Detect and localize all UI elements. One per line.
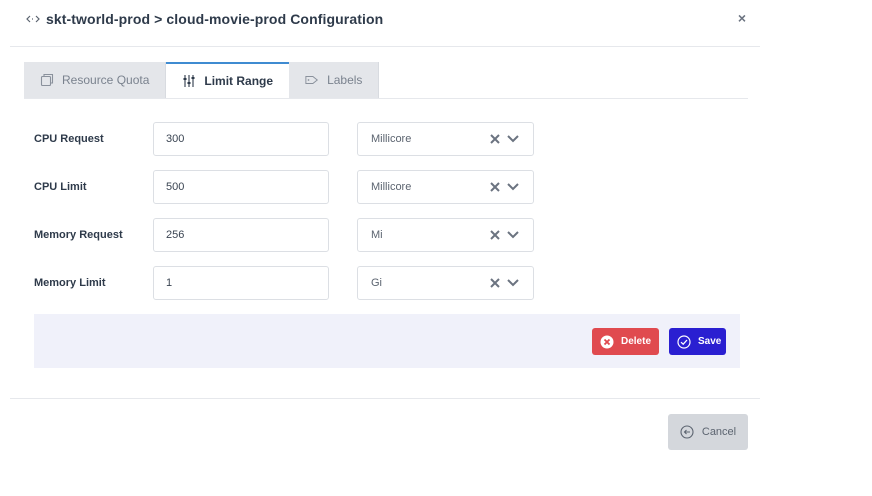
- header-divider: [10, 46, 760, 47]
- tag-icon: [305, 73, 319, 87]
- save-button[interactable]: Save: [669, 328, 726, 355]
- close-icon[interactable]: ×: [734, 10, 750, 26]
- selected-unit: Millicore: [371, 133, 412, 145]
- copy-icon: [40, 73, 54, 87]
- form-row-cpu-limit: CPU Limit Millicore: [0, 170, 760, 204]
- modal-title: skt-tworld-prod > cloud-movie-prod Confi…: [46, 11, 384, 27]
- cancel-label: Cancel: [701, 426, 737, 438]
- selected-unit: Gi: [371, 277, 382, 289]
- memory-request-input[interactable]: [153, 218, 329, 252]
- chevron-down-icon[interactable]: [506, 132, 520, 146]
- field-label: Memory Limit: [34, 277, 106, 289]
- memory-limit-input[interactable]: [153, 266, 329, 300]
- tab-label: Resource Quota: [62, 73, 150, 87]
- chevron-down-icon[interactable]: [506, 276, 520, 290]
- cpu-request-input[interactable]: [153, 122, 329, 156]
- form-row-memory-request: Memory Request Mi: [0, 218, 760, 252]
- tab-labels[interactable]: Labels: [289, 62, 380, 98]
- chevron-down-icon[interactable]: [506, 180, 520, 194]
- save-label: Save: [698, 336, 722, 347]
- action-bar: Delete Save: [34, 314, 740, 368]
- field-label: CPU Request: [34, 133, 104, 145]
- clear-icon[interactable]: [488, 132, 502, 146]
- memory-request-unit-select[interactable]: Mi: [357, 218, 534, 252]
- configuration-modal: skt-tworld-prod > cloud-movie-prod Confi…: [0, 0, 872, 496]
- check-circle-icon: [677, 334, 691, 349]
- tab-underline: [24, 98, 748, 99]
- cpu-limit-unit-select[interactable]: Millicore: [357, 170, 534, 204]
- tab-bar: Resource Quota Limit Range Labels: [24, 62, 380, 98]
- delete-circle-icon: [600, 335, 614, 349]
- tab-label: Labels: [327, 73, 363, 87]
- memory-limit-unit-select[interactable]: Gi: [357, 266, 534, 300]
- form-row-memory-limit: Memory Limit Gi: [0, 266, 760, 300]
- cpu-limit-input[interactable]: [153, 170, 329, 204]
- modal-header: skt-tworld-prod > cloud-movie-prod Confi…: [26, 10, 383, 28]
- sliders-icon: [182, 74, 196, 88]
- delete-button[interactable]: Delete: [592, 328, 659, 355]
- clear-icon[interactable]: [488, 276, 502, 290]
- selected-unit: Millicore: [371, 181, 412, 193]
- tab-limit-range[interactable]: Limit Range: [166, 62, 290, 98]
- tab-resource-quota[interactable]: Resource Quota: [24, 62, 167, 98]
- cpu-request-unit-select[interactable]: Millicore: [357, 122, 534, 156]
- form-row-cpu-request: CPU Request Millicore: [0, 122, 760, 156]
- clear-icon[interactable]: [488, 228, 502, 242]
- field-label: Memory Request: [34, 229, 123, 241]
- cancel-button[interactable]: Cancel: [668, 414, 748, 450]
- delete-label: Delete: [621, 336, 652, 347]
- clear-icon[interactable]: [488, 180, 502, 194]
- link-icon: [26, 12, 40, 26]
- selected-unit: Mi: [371, 229, 383, 241]
- footer-divider: [10, 398, 760, 399]
- tab-label: Limit Range: [204, 74, 274, 88]
- field-label: CPU Limit: [34, 181, 87, 193]
- chevron-down-icon[interactable]: [506, 228, 520, 242]
- arrow-left-circle-icon: [680, 425, 694, 439]
